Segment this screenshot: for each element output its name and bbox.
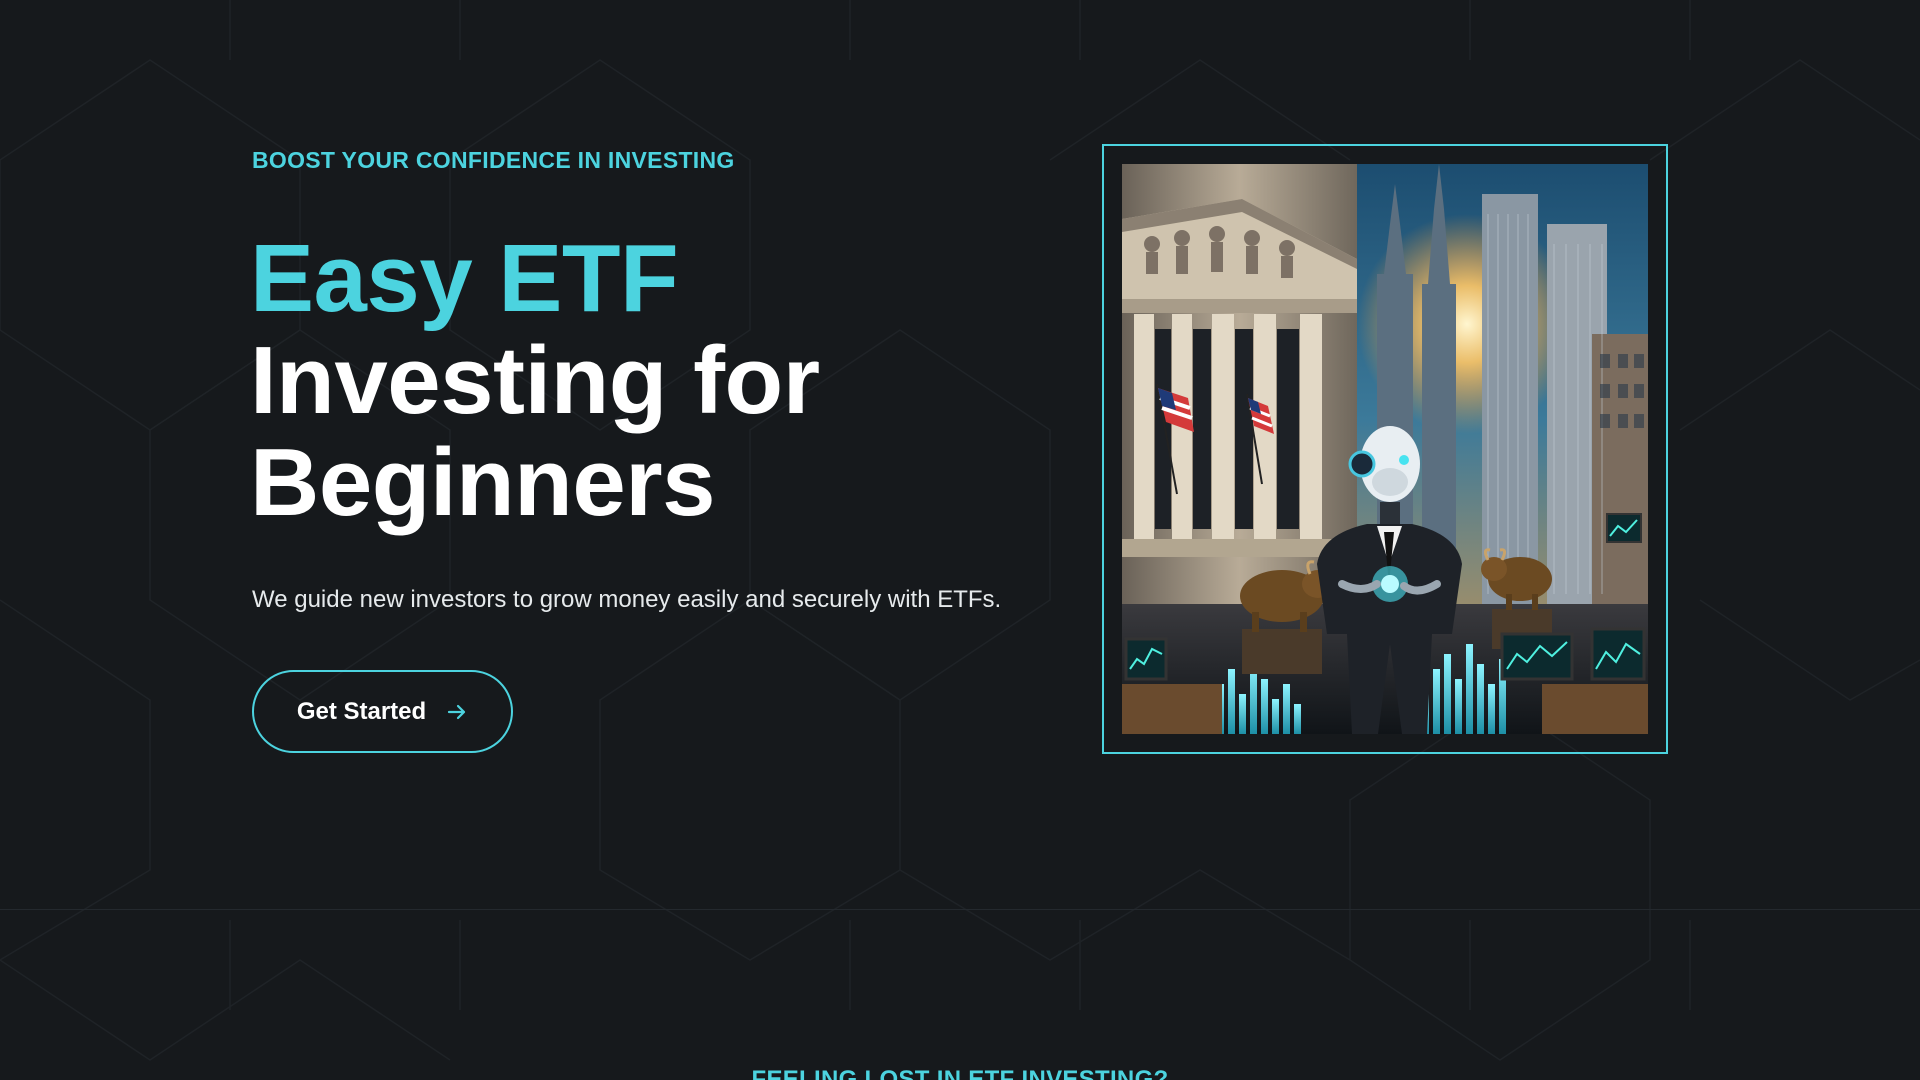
hero-headline: Easy ETF Investing for Beginners: [250, 228, 820, 534]
hero-section: BOOST YOUR CONFIDENCE IN INVESTING Easy …: [0, 0, 1920, 909]
headline-line-3: Beginners: [250, 429, 715, 536]
hero-eyebrow: BOOST YOUR CONFIDENCE IN INVESTING: [252, 147, 735, 173]
landing-page: BOOST YOUR CONFIDENCE IN INVESTING Easy …: [0, 0, 1920, 1080]
get-started-button[interactable]: Get Started: [252, 670, 513, 753]
hero-description: We guide new investors to grow money eas…: [252, 586, 1002, 613]
arrow-right-icon: [448, 704, 466, 719]
next-section-eyebrow: FEELING LOST IN ETF INVESTING?: [751, 1066, 1169, 1080]
headline-line-2: Investing for: [250, 327, 820, 434]
hero-illustration: [1122, 164, 1648, 734]
hero-image-frame: [1102, 144, 1668, 754]
get-started-label: Get Started: [296, 697, 427, 725]
next-section: FEELING LOST IN ETF INVESTING?: [0, 910, 1920, 1080]
headline-accent: Easy ETF: [250, 225, 679, 332]
